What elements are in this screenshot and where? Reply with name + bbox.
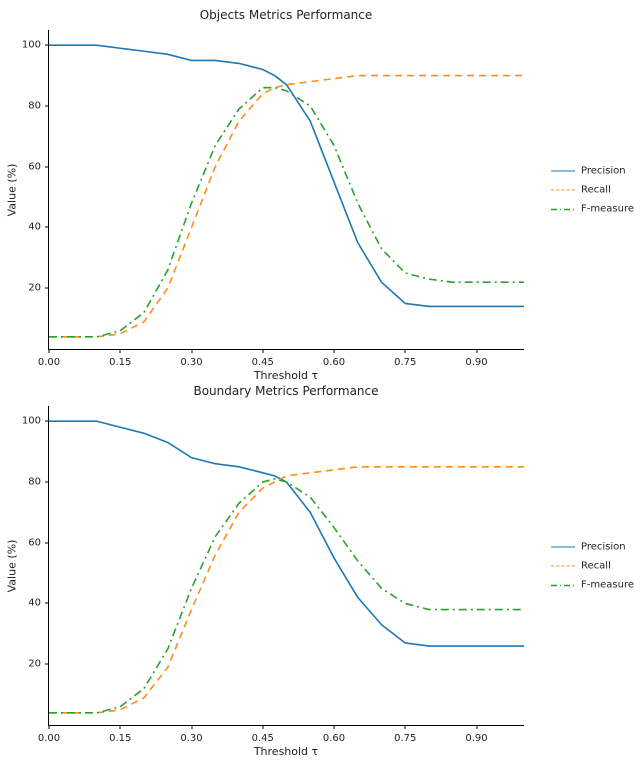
legend-entry-precision: Precision [551,538,634,557]
figure: Objects Metrics Performance 20406080100 … [0,0,640,770]
legend-label: F-measure [581,576,634,595]
x-tick-label: 0.75 [394,733,416,744]
x-tick-label: 0.00 [38,733,60,744]
series-f-measure [49,88,524,337]
y-tick-label: 60 [28,161,41,172]
legend-entry-recall: Recall [551,557,634,576]
legend-swatch [551,190,575,191]
line-layer [49,30,524,349]
x-tick-label: 0.30 [180,733,202,744]
legend-label: Precision [581,162,626,181]
series-f-measure [49,479,524,713]
y-tick-label: 80 [28,476,41,487]
x-axis-label: Threshold τ [254,369,318,382]
x-tick-label: 0.45 [252,733,274,744]
legend-swatch [551,206,575,212]
legend: PrecisionRecallF-measure [551,538,634,595]
legend-entry-precision: Precision [551,162,634,181]
legend-label: Precision [581,538,626,557]
x-tick-label: 0.90 [465,357,487,368]
y-tick-label: 20 [28,283,41,294]
legend-label: Recall [581,557,611,576]
line-layer [49,406,524,725]
series-recall [49,76,524,337]
legend-swatch [551,582,575,588]
x-tick-label: 0.00 [38,357,60,368]
legend-swatch [551,547,575,548]
chart-boundary: Boundary Metrics Performance 20406080100… [48,406,524,726]
y-tick-label: 100 [22,40,41,51]
chart-title: Boundary Metrics Performance [48,384,524,398]
chart-title: Objects Metrics Performance [48,8,524,22]
y-tick-label: 40 [28,222,41,233]
x-axis-label: Threshold τ [254,745,318,758]
x-tick-label: 0.60 [323,357,345,368]
x-tick-label: 0.60 [323,733,345,744]
series-precision [49,421,524,646]
y-tick-label: 20 [28,659,41,670]
x-tick-label: 0.45 [252,357,274,368]
legend-label: Recall [581,181,611,200]
x-tick-label: 0.15 [109,733,131,744]
y-axis-label: Value (%) [6,540,19,593]
x-tick-label: 0.30 [180,357,202,368]
legend-swatch [551,566,575,567]
x-tick-label: 0.75 [394,357,416,368]
legend: PrecisionRecallF-measure [551,162,634,219]
plot-area: 20406080100 0.000.150.300.450.600.750.90 [48,406,524,726]
x-tick-label: 0.90 [465,733,487,744]
legend-entry-recall: Recall [551,181,634,200]
y-tick-label: 40 [28,598,41,609]
legend-entry-f-measure: F-measure [551,200,634,219]
series-recall [49,467,524,713]
y-tick-label: 60 [28,537,41,548]
legend-entry-f-measure: F-measure [551,576,634,595]
legend-swatch [551,171,575,172]
y-axis-label: Value (%) [6,164,19,217]
legend-label: F-measure [581,200,634,219]
y-tick-label: 80 [28,100,41,111]
x-tick-label: 0.15 [109,357,131,368]
y-tick-label: 100 [22,416,41,427]
chart-objects: Objects Metrics Performance 20406080100 … [48,30,524,350]
series-precision [49,45,524,306]
plot-area: 20406080100 0.000.150.300.450.600.750.90 [48,30,524,350]
